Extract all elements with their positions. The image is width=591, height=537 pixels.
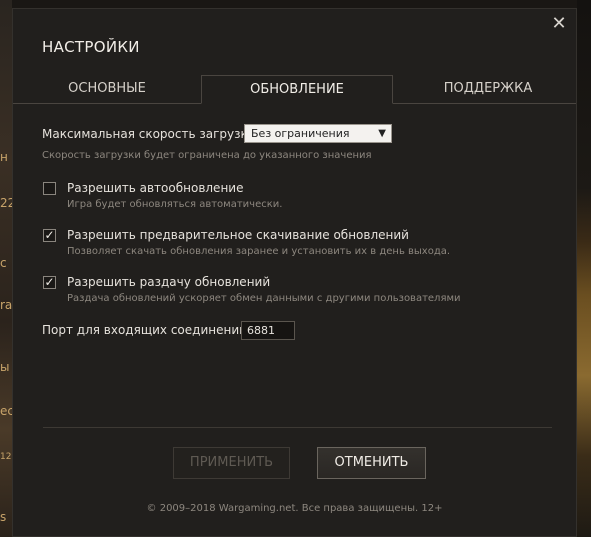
tab-update[interactable]: ОБНОВЛЕНИЕ (201, 75, 393, 104)
bg-fragment: ы (0, 360, 10, 374)
tab-general[interactable]: ОСНОВНЫЕ (37, 75, 177, 103)
cancel-button[interactable]: ОТМЕНИТЬ (317, 447, 426, 479)
background-app-left: н 22 с ra ы ес 12 s (0, 0, 15, 537)
background-app-right (577, 0, 591, 537)
checkmark-icon: ✓ (44, 275, 55, 289)
port-label: Порт для входящих соединений: (42, 323, 251, 337)
bg-fragment: 12 (0, 452, 12, 462)
tab-bar: ОСНОВНЫЕ ОБНОВЛЕНИЕ ПОДДЕРЖКА (13, 75, 576, 104)
bg-fragment: ra (0, 298, 13, 312)
apply-button[interactable]: ПРИМЕНИТЬ (173, 447, 290, 479)
divider (43, 427, 552, 428)
dropdown-arrow-icon: ▼ (378, 128, 386, 139)
close-icon[interactable]: ✕ (550, 15, 568, 33)
copyright-footer: © 2009–2018 Wargaming.net. Все права защ… (146, 503, 443, 514)
share-updates-label: Разрешить раздачу обновлений (67, 275, 271, 289)
bg-fragment: с (0, 256, 7, 270)
auto-update-hint: Игра будет обновляться автоматически. (67, 199, 283, 210)
preload-updates-label: Разрешить предварительное скачивание обн… (67, 228, 409, 242)
port-input[interactable]: 6881 (241, 321, 295, 340)
preload-updates-checkbox[interactable]: ✓ (43, 229, 56, 242)
bg-fragment: н (0, 150, 8, 164)
auto-update-label: Разрешить автообновление (67, 181, 244, 195)
preload-updates-hint: Позволяет скачать обновления заранее и у… (67, 246, 451, 257)
download-speed-select[interactable]: Без ограничения ▼ (244, 124, 392, 143)
bg-fragment: s (0, 510, 7, 524)
tab-support[interactable]: ПОДДЕРЖКА (413, 75, 563, 103)
share-updates-hint: Раздача обновлений ускоряет обмен данным… (67, 293, 461, 304)
auto-update-checkbox[interactable] (43, 182, 56, 195)
share-updates-checkbox[interactable]: ✓ (43, 276, 56, 289)
download-speed-value: Без ограничения (251, 127, 350, 140)
checkmark-icon: ✓ (44, 228, 55, 242)
download-speed-label: Максимальная скорость загрузки: (42, 127, 260, 141)
settings-dialog: ✕ НАСТРОЙКИ ОСНОВНЫЕ ОБНОВЛЕНИЕ ПОДДЕРЖК… (12, 8, 577, 537)
download-speed-hint: Скорость загрузки будет ограничена до ук… (42, 150, 372, 161)
dialog-title: НАСТРОЙКИ (42, 38, 140, 56)
